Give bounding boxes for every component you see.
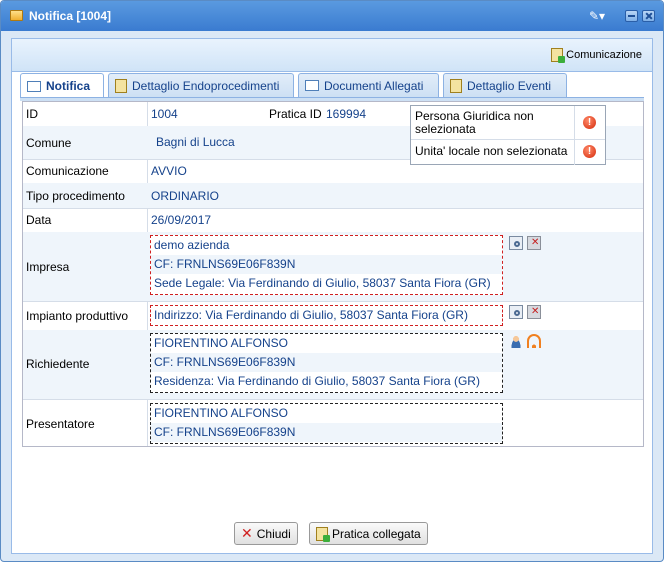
window-title: Notifica [1004] xyxy=(29,9,112,23)
comunicazione-field-label: Comunicazione xyxy=(26,164,109,178)
id-value: 1004 xyxy=(151,107,178,121)
tab-label: Notifica xyxy=(46,79,91,93)
tab-documenti-allegati[interactable]: Documenti Allegati xyxy=(298,73,439,97)
row-presentatore: Presentatore FIORENTINO ALFONSO CF: FRNL… xyxy=(23,399,643,447)
impianto-indirizzo: Indirizzo: Via Ferdinando di Giulio, 580… xyxy=(154,308,468,322)
comunicazione-button[interactable]: Comunicazione xyxy=(551,47,642,63)
comune-label: Comune xyxy=(26,136,72,150)
pratica-collegata-label: Pratica collegata xyxy=(332,526,421,541)
comunicazione-value: AVVIO xyxy=(151,164,187,178)
impianto-actions xyxy=(509,305,541,319)
warning-cell: ! xyxy=(574,139,605,165)
richiedente-label: Richiedente xyxy=(26,357,90,371)
tab-label: Dettaglio Endoprocedimenti xyxy=(132,78,280,93)
add-document-icon xyxy=(551,48,566,63)
presentatore-name: FIORENTINO ALFONSO xyxy=(154,406,289,420)
row-impianto: Impianto produttivo Indirizzo: Via Ferdi… xyxy=(23,301,643,331)
warning-row: Persona Giuridica non selezionata ! xyxy=(411,106,605,140)
row-richiedente: Richiedente FIORENTINO ALFONSO CF: FRNLN… xyxy=(23,330,643,400)
notifica-window: Notifica [1004] ✎▾ Comunicazione Notific… xyxy=(0,0,664,562)
window-titlebar[interactable]: Notifica [1004] ✎▾ xyxy=(1,1,663,31)
impresa-box: demo azienda CF: FRNLNS69E06F839N Sede L… xyxy=(150,235,503,295)
search-icon[interactable] xyxy=(509,236,523,250)
richiedente-name: FIORENTINO ALFONSO xyxy=(154,336,289,350)
warning-icon: ! xyxy=(583,116,596,129)
impresa-sede: Sede Legale: Via Ferdinando di Giulio, 5… xyxy=(154,276,491,290)
close-icon: ✕ xyxy=(241,525,253,542)
row-data: Data 26/09/2017 xyxy=(23,208,643,233)
row-tipo-procedimento: Tipo procedimento ORDINARIO xyxy=(23,183,643,209)
tools-dropdown-icon[interactable]: ✎▾ xyxy=(589,9,611,23)
impresa-name: demo azienda xyxy=(154,238,230,252)
warning-cell: ! xyxy=(574,106,605,139)
tab-dettaglio-endoprocedimenti[interactable]: Dettaglio Endoprocedimenti xyxy=(108,73,294,97)
warning-text: Unita' locale non selezionata xyxy=(415,144,568,158)
form-icon xyxy=(305,80,319,91)
user-icon[interactable] xyxy=(509,334,523,348)
pratica-label: Pratica ID xyxy=(269,107,322,121)
form-icon xyxy=(27,80,41,92)
tipo-procedimento-label: Tipo procedimento xyxy=(26,189,125,203)
window-body: Comunicazione Notifica Dettaglio Endopro… xyxy=(11,38,653,554)
data-value: 26/09/2017 xyxy=(151,213,212,227)
tipo-procedimento-value: ORDINARIO xyxy=(151,189,220,203)
tab-label: Documenti Allegati xyxy=(324,78,424,93)
tab-notifica[interactable]: Notifica xyxy=(20,73,104,98)
chiudi-button[interactable]: ✕ Chiudi xyxy=(234,522,298,545)
warning-text: Persona Giuridica non selezionata xyxy=(415,109,534,136)
presentatore-box: FIORENTINO ALFONSO CF: FRNLNS69E06F839N xyxy=(150,403,503,444)
richiedente-cf: CF: FRNLNS69E06F839N xyxy=(151,353,502,372)
impresa-actions xyxy=(509,236,541,250)
linked-document-icon xyxy=(316,526,330,542)
id-label: ID xyxy=(26,107,38,121)
delete-icon[interactable] xyxy=(527,305,541,319)
comune-value: Bagni di Lucca xyxy=(156,135,235,149)
impianto-box: Indirizzo: Via Ferdinando di Giulio, 580… xyxy=(150,305,503,326)
richiedente-box: FIORENTINO ALFONSO CF: FRNLNS69E06F839N … xyxy=(150,333,503,393)
comunicazione-label: Comunicazione xyxy=(566,49,642,61)
richiedente-residenza: Residenza: Via Ferdinando di Giulio, 580… xyxy=(154,374,480,388)
document-icon xyxy=(450,78,462,93)
data-label: Data xyxy=(26,213,52,227)
pratica-collegata-button[interactable]: Pratica collegata xyxy=(309,522,428,545)
impianto-label: Impianto produttivo xyxy=(26,309,129,323)
minimize-button[interactable] xyxy=(625,10,638,22)
warnings-panel: Persona Giuridica non selezionata ! Unit… xyxy=(410,105,606,165)
richiedente-actions xyxy=(509,334,541,348)
chiudi-label: Chiudi xyxy=(256,526,291,541)
warning-row: Unita' locale non selezionata ! xyxy=(411,139,605,165)
warning-icon: ! xyxy=(583,145,596,158)
presentatore-cf: CF: FRNLNS69E06F839N xyxy=(151,423,502,442)
tab-label: Dettaglio Eventi xyxy=(467,78,552,93)
delete-icon[interactable] xyxy=(527,236,541,250)
presentatore-label: Presentatore xyxy=(26,417,95,431)
window-icon xyxy=(10,10,23,21)
signal-icon[interactable] xyxy=(527,334,541,348)
impresa-label: Impresa xyxy=(26,260,70,274)
impresa-cf: CF: FRNLNS69E06F839N xyxy=(151,255,502,274)
top-toolbar: Comunicazione xyxy=(12,39,652,72)
pratica-value: 169994 xyxy=(326,107,367,121)
close-window-button[interactable] xyxy=(642,10,655,22)
tab-dettaglio-eventi[interactable]: Dettaglio Eventi xyxy=(443,73,567,97)
row-impresa: Impresa demo azienda CF: FRNLNS69E06F839… xyxy=(23,232,643,302)
document-icon xyxy=(115,78,127,93)
search-icon[interactable] xyxy=(509,305,523,319)
